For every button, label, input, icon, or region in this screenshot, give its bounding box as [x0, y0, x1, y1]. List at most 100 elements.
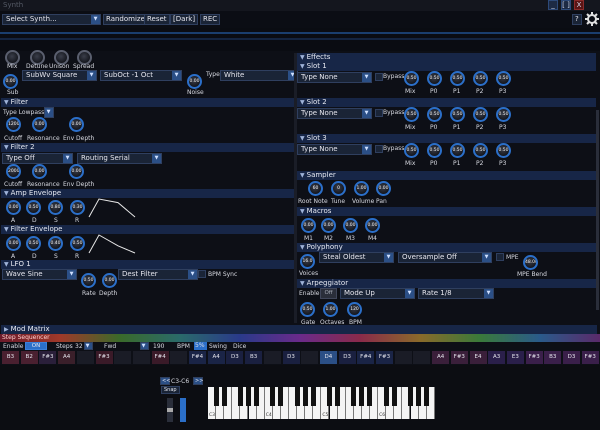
effect-knob[interactable]: 0.50: [496, 143, 511, 158]
sequencer-step[interactable]: D4: [319, 351, 337, 364]
sequencer-step[interactable]: F#3: [450, 351, 468, 364]
macros-header[interactable]: ▼ Macros: [297, 207, 596, 216]
effect-knob[interactable]: 0.50: [473, 143, 488, 158]
sequencer-step[interactable]: [170, 351, 188, 364]
sequencer-step[interactable]: [413, 351, 431, 364]
piano-black-key[interactable]: [237, 387, 243, 406]
filter2-type-select[interactable]: Type Off ▼: [2, 153, 73, 164]
theme-toggle-button[interactable]: [Dark]: [170, 14, 199, 25]
effect-knob[interactable]: 0.50: [473, 107, 488, 122]
filter2-cutoff-knob[interactable]: 2000: [6, 164, 21, 179]
sub-wave-select[interactable]: SubWv Square ▼: [22, 70, 97, 81]
piano-black-key[interactable]: [221, 387, 227, 406]
filter-env-depth-knob[interactable]: 0.00: [69, 117, 84, 132]
sequencer-step[interactable]: F#3: [525, 351, 543, 364]
sampler-knob[interactable]: 0: [331, 181, 346, 196]
effect-knob[interactable]: 0.50: [404, 71, 419, 86]
filter-envelope-header[interactable]: ▼ Filter Envelope: [1, 225, 294, 234]
amp-decay-knob[interactable]: 0.50: [26, 200, 41, 215]
sequencer-step[interactable]: F#3: [95, 351, 113, 364]
sampler-knob[interactable]: 60: [308, 181, 323, 196]
piano-black-key[interactable]: [278, 387, 284, 406]
arp-bpm-knob[interactable]: 120: [347, 302, 362, 317]
sequencer-step[interactable]: A4: [207, 351, 225, 364]
macro-knob[interactable]: 0.00: [321, 218, 336, 233]
sequencer-step[interactable]: D3: [338, 351, 356, 364]
effect-slot-3-header[interactable]: ▼ Slot 3: [297, 134, 596, 143]
step-sequencer-header[interactable]: Step Sequencer: [0, 334, 600, 342]
octave-down-button[interactable]: <<: [160, 377, 170, 385]
fenv-release-knob[interactable]: 0.50: [70, 236, 85, 251]
polyphony-header[interactable]: ▼ Polyphony: [297, 243, 596, 252]
sequencer-step[interactable]: A3: [488, 351, 506, 364]
sub-knob[interactable]: 0.00: [3, 74, 18, 89]
voices-knob[interactable]: 16.0: [300, 254, 315, 269]
piano-black-key[interactable]: [335, 387, 340, 406]
sampler-knob[interactable]: 0.00: [376, 181, 391, 196]
effects-header[interactable]: ▼ Effects: [297, 53, 596, 62]
sequencer-step[interactable]: A4: [58, 351, 76, 364]
seq-bpm-value[interactable]: 190: [153, 343, 164, 350]
sequencer-step[interactable]: [114, 351, 132, 364]
record-button[interactable]: REC: [200, 14, 221, 25]
lfo-header[interactable]: ▼ LFO 1: [1, 260, 294, 269]
sequencer-step[interactable]: B3: [2, 351, 19, 364]
piano-black-key[interactable]: [416, 387, 421, 406]
piano-black-key[interactable]: [383, 387, 389, 406]
piano-black-key[interactable]: [245, 387, 251, 406]
sequencer-step[interactable]: F#3: [581, 351, 599, 364]
piano-black-key[interactable]: [424, 387, 430, 406]
effect-knob[interactable]: 0.50: [427, 71, 442, 86]
fenv-sustain-knob[interactable]: 0.40: [48, 236, 63, 251]
arp-enable-toggle[interactable]: Off: [320, 288, 337, 299]
filter2-resonance-knob[interactable]: 0.00: [32, 164, 47, 179]
macro-knob[interactable]: 0.00: [343, 218, 358, 233]
swing-slider[interactable]: 5%: [194, 342, 207, 350]
arpeggiator-header[interactable]: ▼ Arpeggiator: [297, 279, 596, 288]
macro-knob[interactable]: 0.00: [301, 218, 316, 233]
effect-knob[interactable]: 0.50: [450, 107, 465, 122]
maximize-button[interactable]: [ ]: [561, 0, 571, 10]
seq-direction-value[interactable]: Fwd: [104, 343, 116, 350]
lfo-rate-knob[interactable]: 0.50: [81, 273, 96, 288]
sequencer-step[interactable]: [76, 351, 94, 364]
sequencer-step[interactable]: D3: [282, 351, 300, 364]
sequencer-step[interactable]: E3: [506, 351, 524, 364]
gear-icon[interactable]: [585, 12, 599, 26]
effect-slot-1-header[interactable]: ▼ Slot 1: [297, 62, 596, 71]
sequencer-step[interactable]: F#3: [376, 351, 393, 364]
sequencer-step[interactable]: B2: [20, 351, 38, 364]
sequencer-step[interactable]: [132, 351, 150, 364]
piano-black-key[interactable]: [391, 387, 397, 406]
sequencer-step[interactable]: [394, 351, 412, 364]
bpm-sync-checkbox[interactable]: [198, 270, 206, 278]
mpe-bend-knob[interactable]: 48.00: [523, 255, 538, 270]
piano-black-key[interactable]: [326, 387, 332, 406]
seq-direction-select[interactable]: ▼: [140, 342, 149, 350]
oversample-select[interactable]: Oversample Off ▼: [398, 252, 492, 263]
randomize-button[interactable]: Randomize: [103, 14, 148, 25]
close-window-button[interactable]: X: [574, 0, 584, 10]
seq-steps-select[interactable]: ▼: [84, 342, 93, 350]
snap-button[interactable]: Snap: [161, 386, 180, 394]
piano-black-key[interactable]: [254, 387, 259, 406]
octave-up-button[interactable]: >>: [193, 377, 203, 385]
pitch-wheel[interactable]: [167, 398, 173, 422]
piano-black-key[interactable]: [302, 387, 308, 406]
noise-knob[interactable]: 0.00: [187, 74, 202, 89]
filter-type-select[interactable]: ▼: [44, 107, 54, 118]
piano-black-key[interactable]: [351, 387, 357, 406]
macro-knob[interactable]: 0.00: [365, 218, 380, 233]
piano-black-key[interactable]: [359, 387, 365, 406]
arp-gate-knob[interactable]: 0.50: [300, 302, 315, 317]
lfo-wave-select[interactable]: Wave Sine ▼: [2, 269, 77, 280]
effect-knob[interactable]: 0.50: [496, 107, 511, 122]
seq-enable-toggle[interactable]: ON: [25, 342, 47, 350]
effect-slot-bypass-checkbox[interactable]: [375, 145, 383, 153]
seq-steps-value[interactable]: 32: [75, 343, 83, 350]
effect-knob[interactable]: 0.50: [496, 71, 511, 86]
effect-knob[interactable]: 0.50: [427, 107, 442, 122]
effect-slot-type-select[interactable]: Type None ▼: [297, 108, 372, 119]
fenv-attack-knob[interactable]: 0.00: [6, 236, 21, 251]
arp-mode-select[interactable]: Mode Up ▼: [340, 288, 415, 299]
